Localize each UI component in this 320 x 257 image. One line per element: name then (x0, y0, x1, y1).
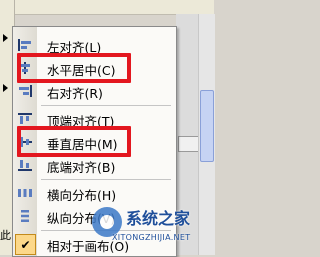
menu-item-distribute-vertical[interactable]: 纵向分布(V) (13, 205, 176, 227)
align-middle-icon (17, 134, 33, 150)
background-toolbar (14, 0, 214, 15)
menu-item-align-middle[interactable]: 垂直居中(M) (13, 131, 176, 153)
align-right-icon (17, 83, 33, 99)
menu-separator (41, 179, 171, 180)
align-top-icon (17, 111, 33, 127)
menu-item-distribute-horizontal[interactable]: 横向分布(H) (13, 182, 176, 204)
distribute-horizontal-icon (17, 185, 33, 201)
menu-item-label: 顶端对齐(T) (47, 114, 115, 129)
align-bottom-icon (17, 157, 33, 173)
menu-item-label: 右对齐(R) (47, 86, 103, 101)
menu-item-align-left[interactable]: 左对齐(L) (13, 34, 176, 56)
menu-item-relative-to-canvas[interactable]: ✔ 相对于画布(O) (13, 233, 176, 255)
menu-item-label: 底端对齐(B) (47, 160, 116, 175)
menu-item-align-center[interactable]: 水平居中(C) (13, 57, 176, 79)
align-center-icon (17, 60, 33, 76)
menu-item-label: 横向分布(H) (47, 188, 117, 203)
submenu-arrow-icon (3, 34, 8, 42)
menu-item-align-top[interactable]: 顶端对齐(T) (13, 108, 176, 130)
submenu-arrow-icon (3, 84, 8, 92)
menu-separator (41, 105, 171, 106)
distribute-vertical-icon (17, 208, 33, 224)
menu-item-align-right[interactable]: 右对齐(R) (13, 80, 176, 102)
menu-item-label: 相对于画布(O) (47, 239, 130, 254)
menu-separator (41, 230, 171, 231)
check-icon: ✔ (15, 234, 36, 255)
background-text: 此 (0, 229, 11, 242)
scrollbar-thumb[interactable] (200, 90, 214, 162)
menu-item-label: 纵向分布(V) (47, 211, 116, 226)
menu-item-label: 水平居中(C) (47, 63, 116, 78)
menu-item-label: 左对齐(L) (47, 40, 102, 55)
background-button (178, 136, 200, 152)
align-left-icon (17, 37, 33, 53)
align-distribute-menu: 左对齐(L) 水平居中(C) 右对齐(R) 顶端对齐(T) 垂直居中(M) 底端… (12, 26, 177, 257)
menu-item-align-bottom[interactable]: 底端对齐(B) (13, 154, 176, 176)
menu-item-label: 垂直居中(M) (47, 137, 118, 152)
